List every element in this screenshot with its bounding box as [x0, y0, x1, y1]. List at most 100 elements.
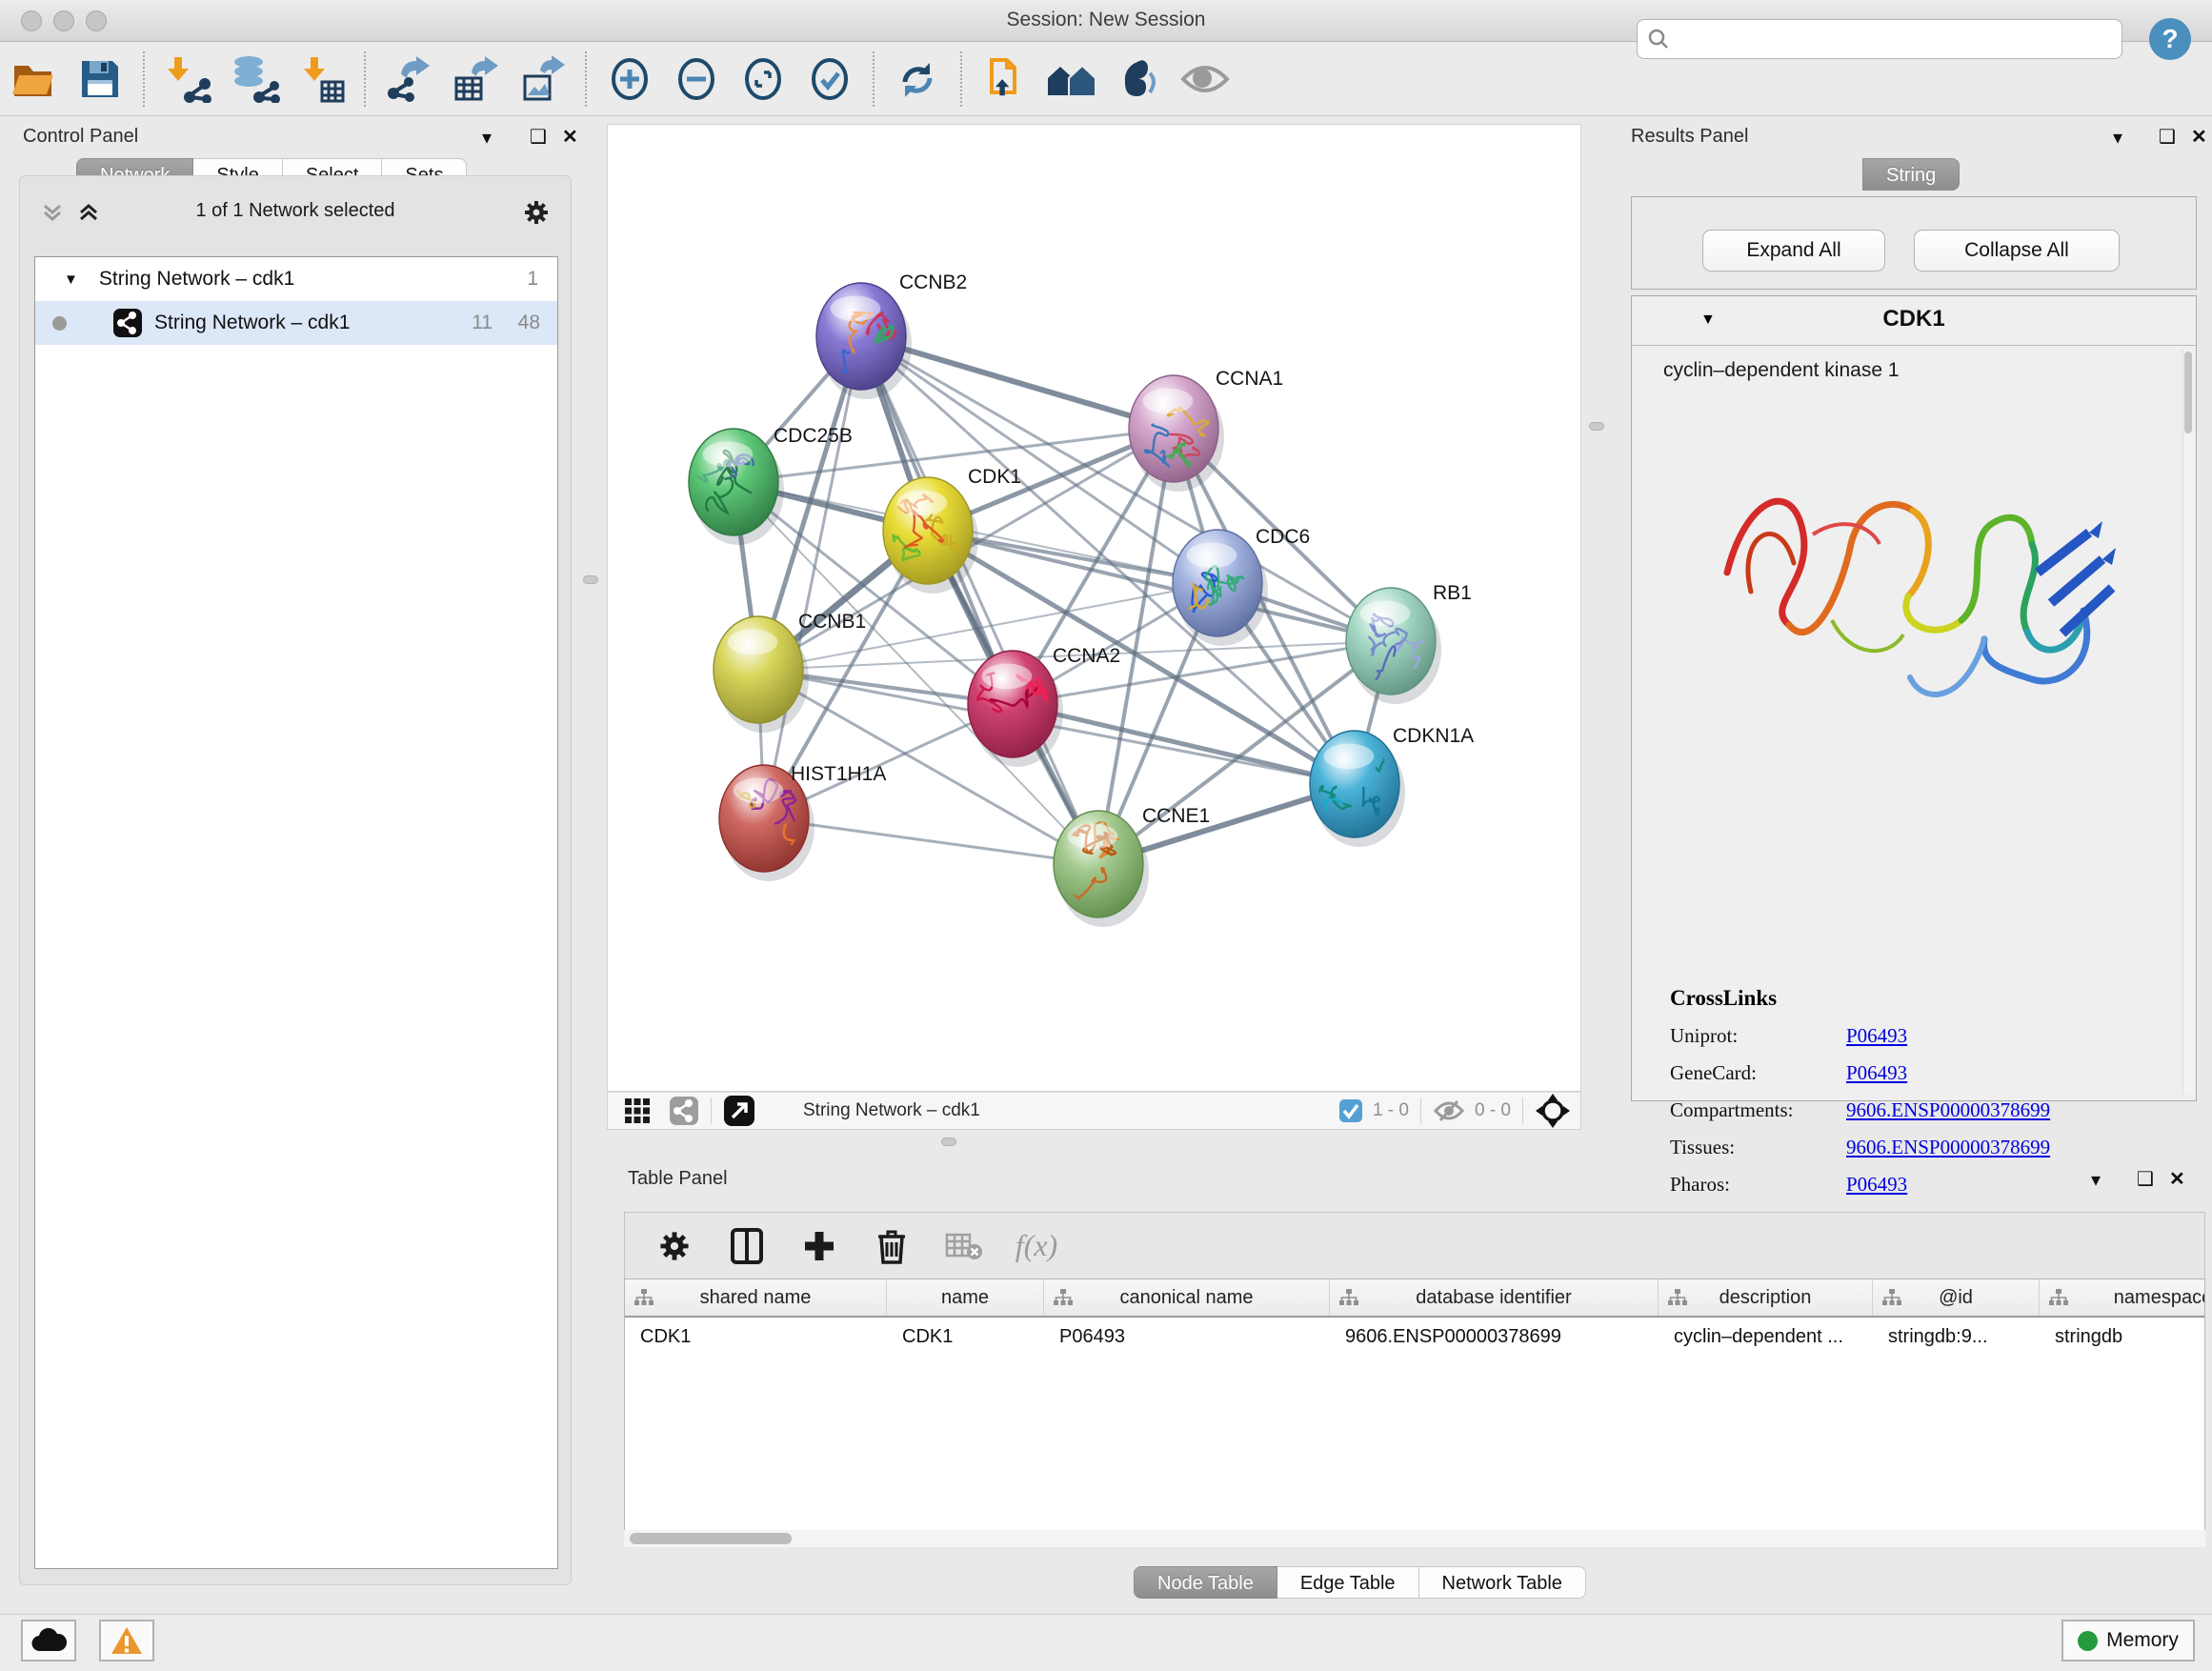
- column-header-namespace[interactable]: namespace: [2040, 1279, 2205, 1316]
- clear-table-button[interactable]: [928, 1219, 1000, 1273]
- node-label-CCNE1: CCNE1: [1142, 805, 1210, 827]
- expand-all-button[interactable]: Expand All: [1702, 230, 1885, 272]
- protein-header[interactable]: ▼ CDK1: [1632, 296, 2196, 346]
- panel-collapse-icon[interactable]: ▾: [482, 126, 492, 150]
- network-collection-row[interactable]: ▼ String Network – cdk1 1: [35, 257, 557, 301]
- table-cell[interactable]: stringdb: [2040, 1318, 2205, 1356]
- scrollbar-thumb[interactable]: [630, 1533, 792, 1544]
- network-canvas[interactable]: CCNB2CCNA1CDC25BCDK1CDC6RB1CCNB1CCNA2CDK…: [607, 124, 1581, 1092]
- tab-network-table[interactable]: Network Table: [1419, 1566, 1586, 1599]
- control-panel-title: Control Panel: [23, 126, 138, 148]
- scrollbar-thumb[interactable]: [2184, 352, 2192, 433]
- string-share-icon[interactable]: [669, 1096, 699, 1126]
- add-column-button[interactable]: [783, 1219, 855, 1273]
- table-cell[interactable]: CDK1: [887, 1318, 1044, 1356]
- results-scrollbar[interactable]: [2182, 350, 2193, 1095]
- column-header-shared-name[interactable]: shared name: [625, 1279, 887, 1316]
- trash-icon: [875, 1227, 908, 1265]
- import-network-file-button[interactable]: [154, 50, 221, 108]
- table-cell[interactable]: CDK1: [625, 1318, 887, 1356]
- save-session-button[interactable]: [67, 50, 133, 108]
- column-header-canonical-name[interactable]: canonical name: [1044, 1279, 1330, 1316]
- crosslink-link[interactable]: P06493: [1846, 1061, 1907, 1085]
- table-cell[interactable]: cyclin–dependent ...: [1659, 1318, 1873, 1356]
- table-panel: Table Panel ▾ ❑ ✕: [607, 1158, 2212, 1614]
- export-image-button[interactable]: [509, 50, 575, 108]
- zoom-out-button[interactable]: [663, 50, 730, 108]
- crosslink-link[interactable]: 9606.ENSP00000378699: [1846, 1136, 2050, 1159]
- table-row[interactable]: CDK1CDK1P064939606.ENSP00000378699cyclin…: [625, 1318, 2204, 1356]
- graphics-details-icon: [1114, 56, 1163, 102]
- cloud-button[interactable]: [21, 1620, 76, 1661]
- birds-eye-navigator-icon[interactable]: [1535, 1093, 1571, 1129]
- panel-float-icon[interactable]: ❑: [2159, 125, 2176, 149]
- tab-node-table[interactable]: Node Table: [1134, 1566, 1277, 1599]
- open-session-button[interactable]: [0, 50, 67, 108]
- network-graph[interactable]: CCNB2CCNA1CDC25BCDK1CDC6RB1CCNB1CCNA2CDK…: [608, 125, 1580, 1091]
- panel-collapse-icon[interactable]: ▾: [2091, 1168, 2101, 1192]
- column-header-@id[interactable]: @id: [1873, 1279, 2040, 1316]
- splitter-handle[interactable]: [583, 575, 598, 584]
- crosslink-label: Tissues:: [1670, 1136, 1846, 1159]
- panel-float-icon[interactable]: ❑: [530, 125, 547, 149]
- table-options-button[interactable]: [638, 1219, 711, 1273]
- network-edge-CCNB2-CCNE1[interactable]: [861, 336, 1098, 864]
- table-cell[interactable]: P06493: [1044, 1318, 1330, 1356]
- panel-float-icon[interactable]: ❑: [2137, 1167, 2154, 1191]
- table-cell[interactable]: stringdb:9...: [1873, 1318, 2040, 1356]
- import-table-button[interactable]: [288, 50, 354, 108]
- splitter-handle[interactable]: [941, 1137, 956, 1146]
- panel-close-icon[interactable]: ✕: [2191, 125, 2207, 149]
- panel-close-icon[interactable]: ✕: [2169, 1167, 2185, 1191]
- network-edge-CCNB2-HIST1H1A[interactable]: [764, 336, 861, 818]
- network-node-CCNA1[interactable]: CCNA1: [1129, 368, 1283, 482]
- clipboard-button[interactable]: [972, 50, 1038, 108]
- column-header-description[interactable]: description: [1659, 1279, 1873, 1316]
- node-label-CDC6: CDC6: [1256, 526, 1310, 548]
- zoom-in-button[interactable]: [596, 50, 663, 108]
- eye-icon: [1179, 60, 1231, 98]
- crosslink-link[interactable]: P06493: [1846, 1024, 1907, 1048]
- column-label: shared name: [700, 1287, 812, 1309]
- column-header-database-identifier[interactable]: database identifier: [1330, 1279, 1659, 1316]
- table-cell[interactable]: 9606.ENSP00000378699: [1330, 1318, 1659, 1356]
- delete-column-button[interactable]: [855, 1219, 928, 1273]
- column-header-name[interactable]: name: [887, 1279, 1044, 1316]
- network-node-CDC6[interactable]: CDC6: [1173, 526, 1310, 636]
- network-edge-CCNA2-CDKN1A[interactable]: [1013, 704, 1355, 784]
- show-columns-button[interactable]: [711, 1219, 783, 1273]
- function-builder-button[interactable]: f(x): [1000, 1219, 1073, 1273]
- import-network-database-button[interactable]: [221, 50, 288, 108]
- zoom-fit-button[interactable]: [730, 50, 796, 108]
- table-hscrollbar[interactable]: [624, 1530, 2205, 1547]
- tab-string[interactable]: String: [1862, 158, 1960, 191]
- splitter-handle[interactable]: [1589, 422, 1604, 431]
- network-node-CCNB1[interactable]: CCNB1: [714, 611, 866, 723]
- open-view-icon[interactable]: [723, 1095, 755, 1127]
- eye-toolbar-button[interactable]: [1172, 50, 1238, 108]
- hidden-eye-icon[interactable]: [1433, 1098, 1465, 1123]
- memory-button[interactable]: Memory: [2061, 1620, 2195, 1661]
- help-button[interactable]: ?: [2149, 18, 2191, 60]
- panel-collapse-icon[interactable]: ▾: [2113, 126, 2122, 150]
- home-layouts-button[interactable]: [1038, 50, 1105, 108]
- collapse-all-button[interactable]: Collapse All: [1914, 230, 2120, 272]
- search-input[interactable]: [1670, 29, 2089, 50]
- network-node-CDK1[interactable]: CDK1: [883, 466, 1021, 584]
- gear-icon[interactable]: [523, 199, 550, 226]
- selected-checkbox-icon[interactable]: [1338, 1098, 1363, 1123]
- refresh-button[interactable]: [884, 50, 951, 108]
- expander-icon[interactable]: ▼: [64, 272, 78, 288]
- export-network-button[interactable]: [375, 50, 442, 108]
- graphics-details-button[interactable]: [1105, 50, 1172, 108]
- tab-edge-table[interactable]: Edge Table: [1277, 1566, 1419, 1599]
- zoom-fit-icon: [741, 55, 785, 103]
- warnings-button[interactable]: [99, 1620, 154, 1661]
- zoom-selected-button[interactable]: [796, 50, 863, 108]
- export-table-button[interactable]: [442, 50, 509, 108]
- grid-icon[interactable]: [623, 1097, 652, 1125]
- crosslink-link[interactable]: 9606.ENSP00000378699: [1846, 1098, 2050, 1122]
- panel-close-icon[interactable]: ✕: [562, 125, 578, 149]
- network-node-CCNA2[interactable]: CCNA2: [966, 645, 1120, 757]
- network-row[interactable]: String Network – cdk1 11 48: [35, 301, 557, 345]
